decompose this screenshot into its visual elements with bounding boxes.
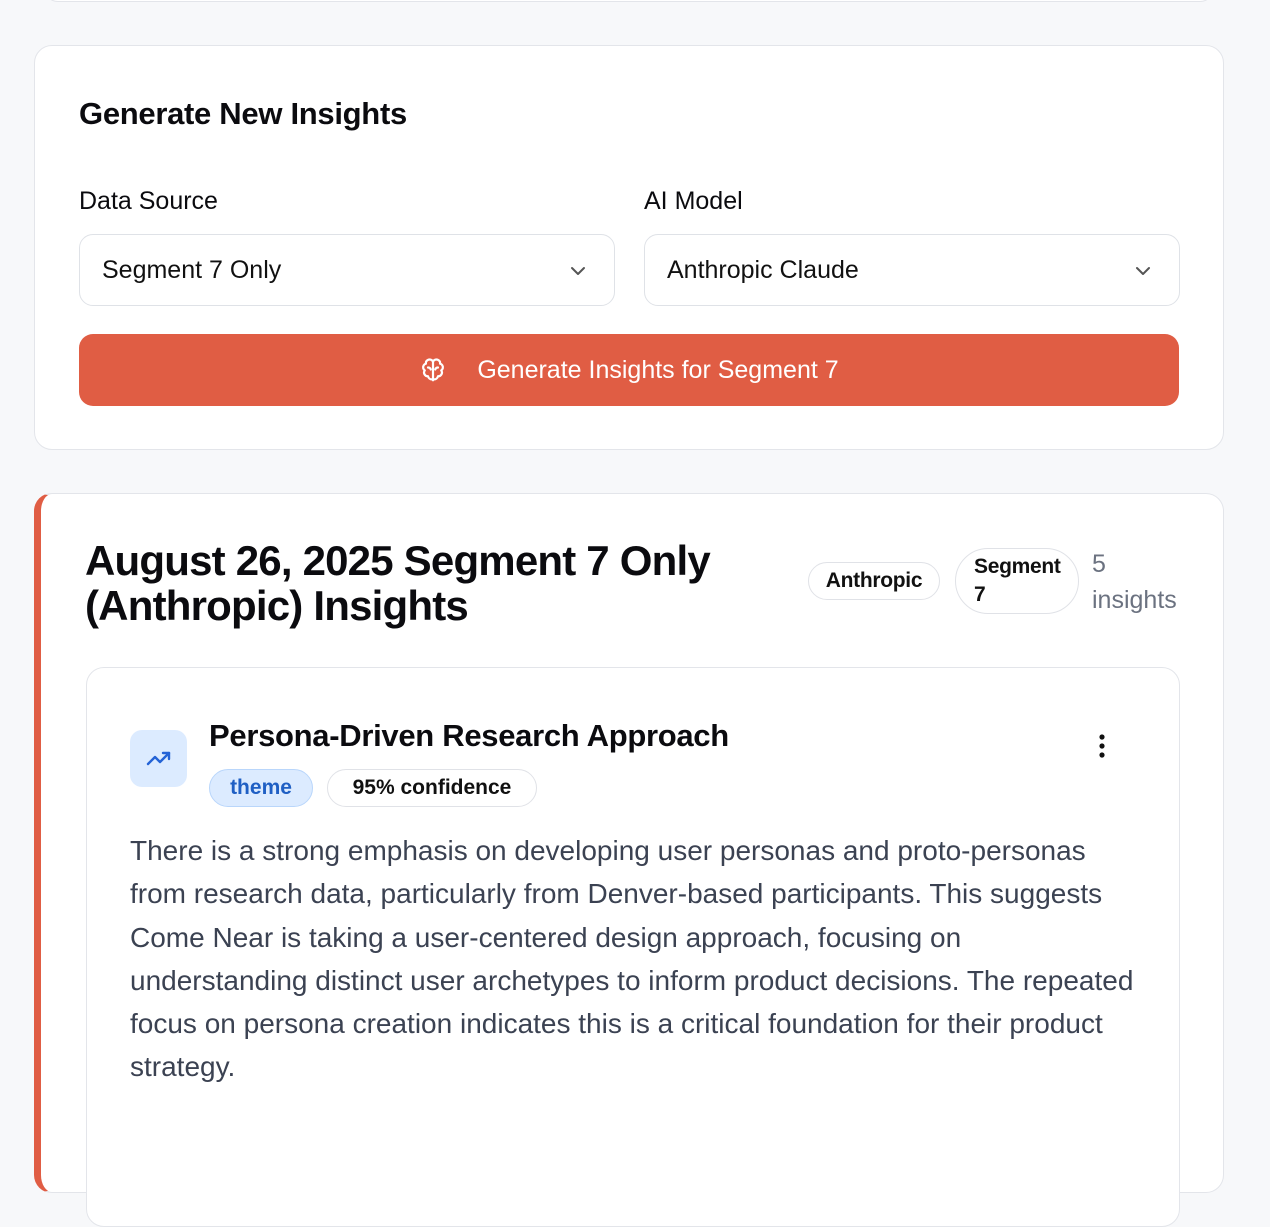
- chevron-down-icon: [571, 267, 585, 275]
- confidence-tag: 95% confidence: [327, 769, 537, 807]
- generate-insights-button[interactable]: Generate Insights for Segment 7: [79, 334, 1179, 406]
- chevron-down-icon: [1136, 267, 1150, 275]
- generate-insights-card: Generate New Insights Data Source Segmen…: [34, 45, 1224, 450]
- insight-type-tag: theme: [209, 769, 313, 807]
- generate-insights-button-label: Generate Insights for Segment 7: [477, 355, 839, 384]
- ai-model-select[interactable]: Anthropic Claude: [644, 234, 1180, 306]
- result-title: August 26, 2025 Segment 7 Only (Anthropi…: [85, 537, 711, 629]
- more-vertical-icon: [1099, 734, 1105, 758]
- trending-up-icon: [146, 751, 170, 765]
- data-source-label: Data Source: [79, 187, 218, 215]
- insight-menu-button[interactable]: [1087, 726, 1117, 766]
- provider-badge: Anthropic: [808, 562, 940, 600]
- insight-count: 5 insights: [1092, 550, 1177, 614]
- ai-model-label: AI Model: [644, 187, 743, 215]
- data-source-select[interactable]: Segment 7 Only: [79, 234, 615, 306]
- insight-body: There is a strong emphasis on developing…: [130, 835, 1134, 1083]
- insights-result-card: August 26, 2025 Segment 7 Only (Anthropi…: [34, 493, 1224, 1227]
- previous-card-edge: [44, 0, 1214, 2]
- insight-card: Persona-Driven Research Approach theme 9…: [86, 667, 1180, 1227]
- ai-model-value: Anthropic Claude: [667, 255, 859, 284]
- brain-icon: [422, 358, 445, 382]
- segment-badge: Segment 7: [955, 548, 1079, 614]
- insight-title: Persona-Driven Research Approach: [209, 718, 729, 753]
- generate-insights-title: Generate New Insights: [79, 96, 407, 131]
- insight-type-icon-box: [130, 730, 187, 787]
- data-source-value: Segment 7 Only: [102, 255, 282, 284]
